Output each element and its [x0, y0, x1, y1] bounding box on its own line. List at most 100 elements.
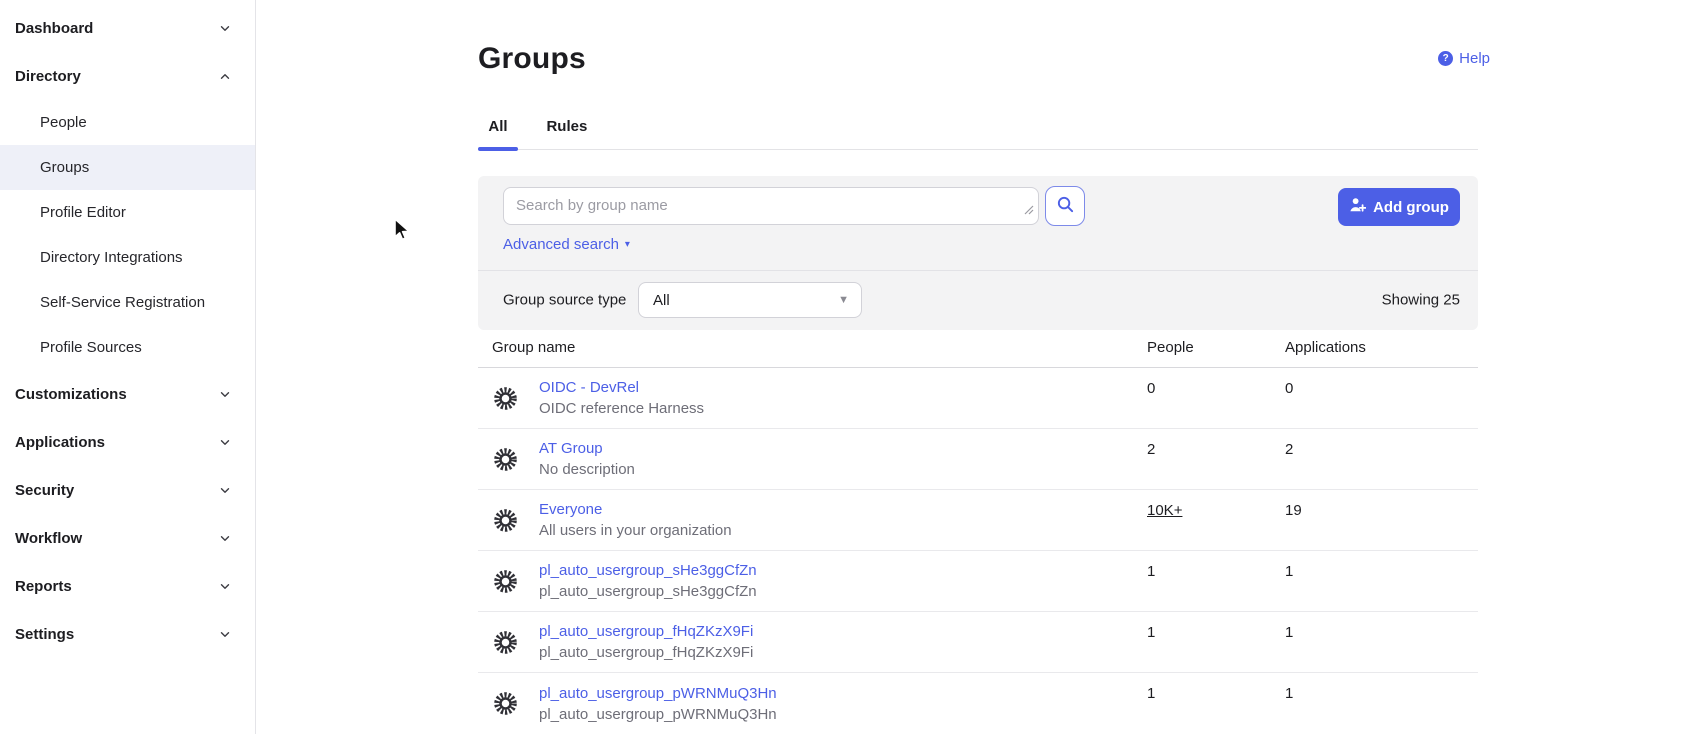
- table-row: pl_auto_usergroup_fHqZKzX9Fi pl_auto_use…: [478, 612, 1478, 673]
- app-root: Dashboard Directory People Groups Profile Ed…: [0, 0, 1687, 734]
- source-type-row: Group source type All ▼ Showing 25: [478, 270, 1478, 330]
- table-row: pl_auto_usergroup_pWRNMuQ3Hn pl_auto_use…: [478, 673, 1478, 734]
- table-row: OIDC - DevRel OIDC reference Harness 0 0: [478, 368, 1478, 429]
- sidebar: Dashboard Directory People Groups Profile Ed…: [0, 0, 256, 734]
- sidebar-item-people[interactable]: People: [0, 100, 255, 145]
- sidebar-item-label: Applications: [15, 434, 105, 451]
- group-icon: [492, 568, 519, 595]
- help-label: Help: [1459, 50, 1490, 67]
- sidebar-item-label: Directory: [15, 68, 81, 85]
- page-title: Groups: [478, 42, 586, 76]
- people-count: 1: [1147, 685, 1155, 702]
- search-input[interactable]: [503, 187, 1039, 225]
- applications-count: 19: [1285, 502, 1302, 519]
- chevron-up-icon: [217, 69, 232, 84]
- column-applications: Applications: [1285, 339, 1478, 356]
- sidebar-item-workflow[interactable]: Workflow: [0, 514, 255, 562]
- chevron-down-icon: [217, 531, 232, 546]
- sidebar-item-label: Security: [15, 482, 74, 499]
- sidebar-item-label: Workflow: [15, 530, 82, 547]
- people-count-link[interactable]: 10K+: [1147, 502, 1182, 519]
- chevron-down-icon: [217, 627, 232, 642]
- group-icon: [492, 385, 519, 412]
- sidebar-item-label: Customizations: [15, 386, 127, 403]
- search-icon: [1056, 195, 1075, 217]
- sidebar-item-settings[interactable]: Settings: [0, 610, 255, 658]
- search-button[interactable]: [1045, 186, 1085, 226]
- add-person-icon: [1349, 197, 1366, 217]
- people-count: 2: [1147, 441, 1155, 458]
- sidebar-item-directory[interactable]: Directory: [0, 52, 255, 100]
- group-icon: [492, 690, 519, 717]
- sidebar-item-profile-sources[interactable]: Profile Sources: [0, 325, 255, 370]
- sidebar-item-label: Reports: [15, 578, 72, 595]
- table-body: OIDC - DevRel OIDC reference Harness 0 0…: [478, 368, 1478, 734]
- add-group-button[interactable]: Add group: [1338, 188, 1460, 226]
- sidebar-item-directory-integrations[interactable]: Directory Integrations: [0, 235, 255, 280]
- sidebar-item-applications[interactable]: Applications: [0, 418, 255, 466]
- sidebar-item-profile-editor[interactable]: Profile Editor: [0, 190, 255, 235]
- group-name-link[interactable]: Everyone: [539, 501, 732, 518]
- chevron-down-icon: [217, 387, 232, 402]
- table-row: Everyone All users in your organization …: [478, 490, 1478, 551]
- tabs: All Rules: [478, 104, 1478, 150]
- advanced-search-label: Advanced search: [503, 236, 619, 253]
- applications-count: 1: [1285, 685, 1293, 702]
- filter-panel: Add group Advanced search ▾ Group source…: [478, 176, 1478, 330]
- sidebar-item-label: Settings: [15, 626, 74, 643]
- sidebar-item-label: Self-Service Registration: [40, 294, 205, 311]
- group-source-type-select[interactable]: All ▼: [638, 282, 862, 318]
- tab-all[interactable]: All: [478, 104, 518, 149]
- chevron-down-icon: [217, 435, 232, 450]
- applications-count: 0: [1285, 380, 1293, 397]
- table-row: pl_auto_usergroup_sHe3ggCfZn pl_auto_use…: [478, 551, 1478, 612]
- group-name-link[interactable]: pl_auto_usergroup_sHe3ggCfZn: [539, 562, 757, 579]
- chevron-down-icon: [217, 483, 232, 498]
- sidebar-item-label: People: [40, 114, 87, 131]
- people-count: 0: [1147, 380, 1155, 397]
- sidebar-item-dashboard[interactable]: Dashboard: [0, 4, 255, 52]
- search-wrap: [503, 187, 1039, 225]
- sidebar-item-groups[interactable]: Groups: [0, 145, 255, 190]
- sidebar-item-label: Dashboard: [15, 20, 93, 37]
- chevron-down-icon: [217, 21, 232, 36]
- group-description: No description: [539, 461, 635, 478]
- group-source-type-value: All: [653, 292, 670, 309]
- group-description: pl_auto_usergroup_pWRNMuQ3Hn: [539, 706, 777, 723]
- group-name-link[interactable]: AT Group: [539, 440, 635, 457]
- applications-count: 1: [1285, 563, 1293, 580]
- groups-table: Group name People Applications OIDC - De…: [478, 328, 1478, 734]
- main-content: Groups Help All Rules: [256, 0, 1687, 734]
- question-icon: [1438, 51, 1453, 66]
- showing-count: Showing 25: [1382, 292, 1460, 309]
- group-name-link[interactable]: pl_auto_usergroup_pWRNMuQ3Hn: [539, 685, 777, 702]
- sidebar-item-customizations[interactable]: Customizations: [0, 370, 255, 418]
- group-name-link[interactable]: pl_auto_usergroup_fHqZKzX9Fi: [539, 623, 753, 640]
- group-source-type-label: Group source type: [503, 292, 626, 309]
- group-icon: [492, 446, 519, 473]
- caret-down-icon: ▼: [838, 294, 849, 306]
- people-count: 1: [1147, 624, 1155, 641]
- sidebar-item-reports[interactable]: Reports: [0, 562, 255, 610]
- sidebar-item-security[interactable]: Security: [0, 466, 255, 514]
- group-icon: [492, 629, 519, 656]
- help-link[interactable]: Help: [1438, 50, 1490, 67]
- group-icon: [492, 507, 519, 534]
- chevron-down-icon: [217, 579, 232, 594]
- sidebar-item-label: Groups: [40, 159, 89, 176]
- tab-rules[interactable]: Rules: [540, 104, 593, 149]
- column-group-name: Group name: [478, 339, 1147, 356]
- table-header: Group name People Applications: [478, 328, 1478, 368]
- sidebar-items: Dashboard Directory People Groups Profile Ed…: [0, 4, 255, 658]
- table-row: AT Group No description 2 2: [478, 429, 1478, 490]
- people-count: 1: [1147, 563, 1155, 580]
- group-description: pl_auto_usergroup_sHe3ggCfZn: [539, 583, 757, 600]
- applications-count: 1: [1285, 624, 1293, 641]
- sidebar-item-self-service-registration[interactable]: Self-Service Registration: [0, 280, 255, 325]
- add-group-label: Add group: [1373, 199, 1449, 216]
- group-name-link[interactable]: OIDC - DevRel: [539, 379, 704, 396]
- group-description: All users in your organization: [539, 522, 732, 539]
- group-description: OIDC reference Harness: [539, 400, 704, 417]
- caret-down-icon: ▾: [625, 240, 630, 250]
- advanced-search-link[interactable]: Advanced search ▾: [503, 236, 630, 253]
